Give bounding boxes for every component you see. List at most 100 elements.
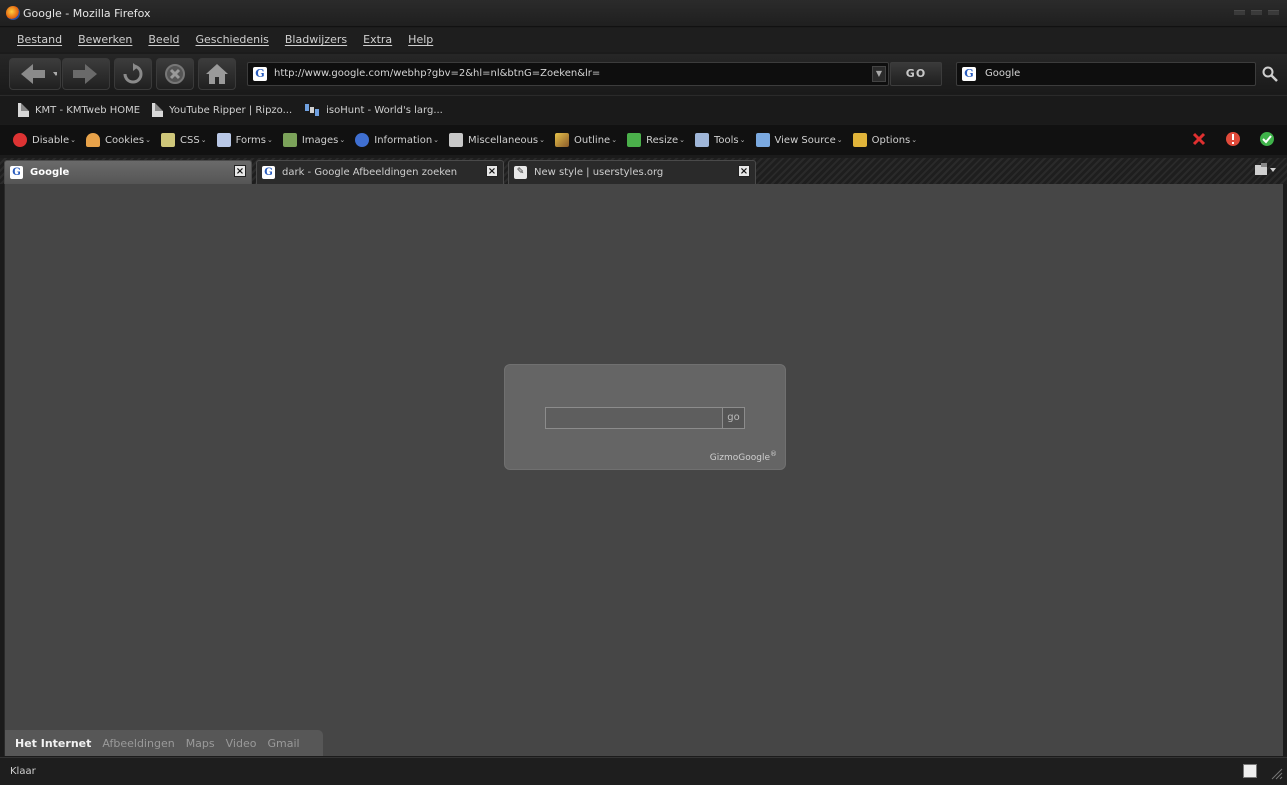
menu-bewerken[interactable]: Bewerken [70,28,140,52]
dev-menu-label: Forms [235,134,266,146]
title-bar: Google - Mozilla Firefox [0,0,1287,27]
back-arrow-icon [21,64,57,84]
options-key-icon [852,133,867,147]
dev-miscellaneous-menu[interactable]: Miscellaneous ⌄ [449,133,545,147]
bookmarks-toolbar: KMT - KMTweb HOME YouTube Ripper | Ripzo… [0,95,1287,124]
url-history-dropdown-icon[interactable]: ▼ [872,66,886,82]
tab-label: New style | userstyles.org [534,167,664,178]
dev-menu-label: Cookies [104,134,145,146]
dev-menu-label: Disable [32,134,70,146]
resize-grip-icon[interactable] [1271,768,1283,780]
minimize-button[interactable] [1234,10,1245,15]
cookies-icon [85,133,100,147]
stylish-edit-icon[interactable] [1243,764,1257,778]
bookmark-label: KMT - KMTweb HOME [35,104,141,116]
tab-bar: G Google × G dark - Google Afbeeldingen … [0,158,1287,184]
go-search-button[interactable]: go [722,407,745,429]
view-source-icon [755,133,770,147]
window-controls [1234,10,1279,15]
tab-dark-google-images[interactable]: G dark - Google Afbeeldingen zoeken × [256,160,504,184]
reload-button[interactable] [114,58,152,90]
list-all-tabs-icon[interactable] [1253,162,1277,178]
menu-bestand[interactable]: Bestand [9,28,70,52]
status-text: Klaar [10,766,36,777]
css-error-icon[interactable] [1191,131,1207,147]
forward-arrow-icon [73,64,97,84]
disable-icon [13,133,27,147]
search-box-panel: go GizmoGoogle® [504,364,786,470]
nav-maps[interactable]: Maps [186,737,215,750]
css-icon [161,133,176,147]
close-window-button[interactable] [1268,10,1279,15]
dev-options-menu[interactable]: Options ⌄ [852,133,917,147]
nav-gmail[interactable]: Gmail [267,737,299,750]
dev-menu-label: CSS [180,134,200,146]
dev-tools-menu[interactable]: Tools ⌄ [695,133,746,147]
valid-check-icon[interactable] [1259,131,1275,147]
dev-menu-label: View Source [774,134,836,146]
search-input[interactable] [545,407,723,429]
close-tab-icon[interactable]: × [234,165,246,177]
dev-images-menu[interactable]: Images ⌄ [282,133,345,147]
search-engine-icon[interactable]: G [962,67,976,81]
page-icon [152,103,164,117]
url-text: http://www.google.com/webhp?gbv=2&hl=nl&… [274,68,601,79]
search-bar[interactable]: G Google [956,62,1256,86]
bookmark-label: YouTube Ripper | Ripzo... [169,104,293,116]
window-title: Google - Mozilla Firefox [23,7,151,20]
menu-extra[interactable]: Extra [355,28,400,52]
dev-forms-menu[interactable]: Forms ⌄ [216,133,273,147]
dev-menu-label: Miscellaneous [468,134,539,146]
dev-resize-menu[interactable]: Resize ⌄ [627,133,685,147]
dev-view-source-menu[interactable]: View Source ⌄ [755,133,843,147]
menu-geschiedenis[interactable]: Geschiedenis [188,28,277,52]
google-favicon-icon: G [262,166,275,179]
js-warning-icon[interactable] [1225,131,1241,147]
search-query: Google [985,68,1021,79]
registered-mark: ® [770,450,777,458]
home-button[interactable] [198,58,236,90]
bookmark-kmt[interactable]: KMT - KMTweb HOME [16,96,142,124]
menu-beeld[interactable]: Beeld [140,28,187,52]
dev-menu-label: Images [301,134,339,146]
menu-bladwijzers[interactable]: Bladwijzers [277,28,355,52]
nav-het-internet[interactable]: Het Internet [15,737,91,750]
google-favicon-icon: G [253,67,267,81]
bookmark-isohunt[interactable]: isoHunt - World's larg... [302,96,445,124]
web-developer-toolbar: Disable ⌄ Cookies ⌄ CSS ⌄ Forms ⌄ Images ⌄ In… [0,125,1287,155]
dev-disable-menu[interactable]: Disable ⌄ [13,133,76,147]
tab-userstyles[interactable]: ✎ New style | userstyles.org × [508,160,756,184]
search-icon[interactable] [1262,66,1278,82]
nav-afbeeldingen[interactable]: Afbeeldingen [102,737,174,750]
brand-label: GizmoGoogle® [710,450,777,463]
close-tab-icon[interactable]: × [486,165,498,177]
tab-google[interactable]: G Google × [4,160,252,184]
dev-menu-label: Resize [646,134,679,146]
tools-wrench-icon [695,133,709,147]
menu-help[interactable]: Help [400,28,441,52]
dev-information-menu[interactable]: Information ⌄ [355,133,439,147]
reload-icon [123,63,143,84]
nav-video[interactable]: Video [226,737,257,750]
bookmark-youtube-ripper[interactable]: YouTube Ripper | Ripzo... [150,96,294,124]
dev-cookies-menu[interactable]: Cookies ⌄ [85,133,151,147]
navigation-toolbar: G http://www.google.com/webhp?gbv=2&hl=n… [0,54,1287,94]
stop-button[interactable] [156,58,194,90]
home-icon [206,64,228,84]
go-button[interactable]: GO [890,62,942,86]
google-nav-bar: Het Internet Afbeeldingen Maps Video Gma… [5,730,323,756]
forward-button[interactable] [62,58,110,90]
close-tab-icon[interactable]: × [738,165,750,177]
url-bar[interactable]: G http://www.google.com/webhp?gbv=2&hl=n… [247,62,889,86]
resize-icon [627,133,642,147]
tab-label: dark - Google Afbeeldingen zoeken [282,167,458,178]
back-button[interactable] [9,58,61,90]
edit-document-icon: ✎ [514,166,527,179]
page-content: go GizmoGoogle® Het Internet Afbeeldinge… [4,184,1283,756]
forms-icon [216,133,231,147]
maximize-button[interactable] [1251,10,1262,15]
dev-menu-label: Options [871,134,911,146]
brand-text: GizmoGoogle [709,453,770,463]
dev-css-menu[interactable]: CSS ⌄ [161,133,207,147]
dev-outline-menu[interactable]: Outline ⌄ [555,133,617,147]
